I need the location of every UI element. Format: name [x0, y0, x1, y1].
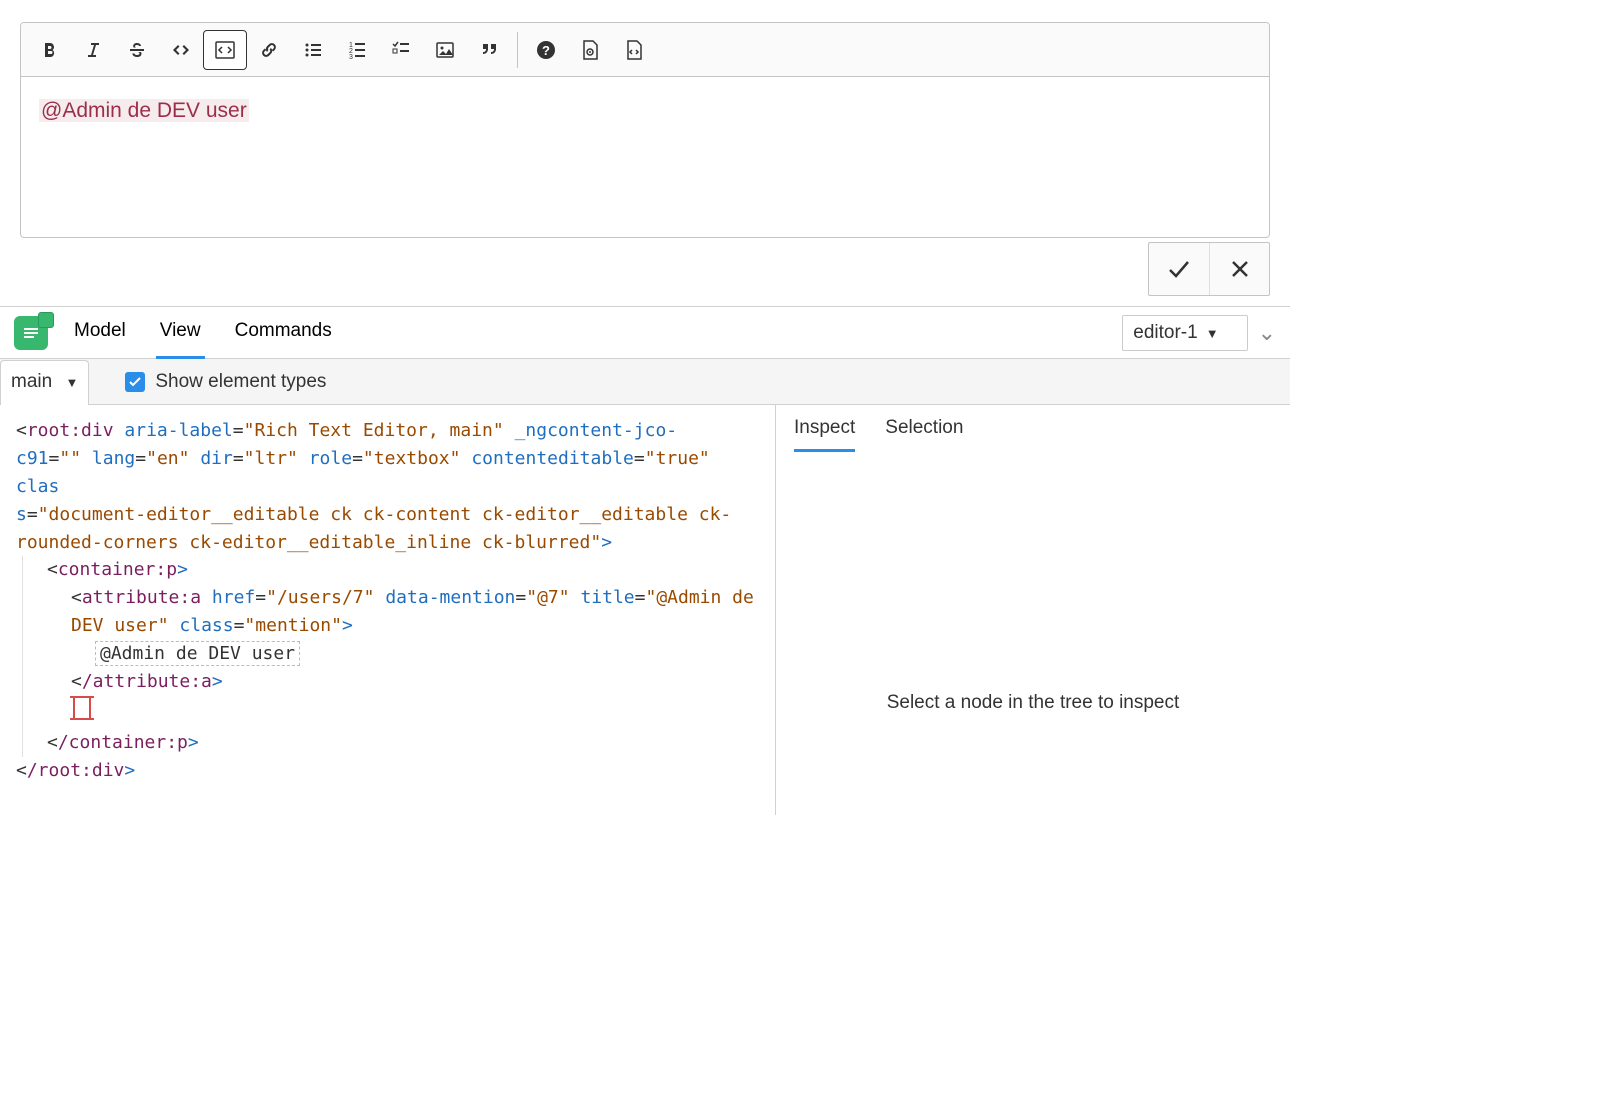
show-types-checkbox[interactable]: [125, 372, 145, 392]
editor-instance-label: editor-1: [1133, 322, 1197, 343]
numbered-list-button[interactable]: 123: [335, 30, 379, 70]
code-block-button[interactable]: [203, 30, 247, 70]
side-tab-inspect[interactable]: Inspect: [794, 417, 855, 452]
cancel-button[interactable]: [1209, 243, 1269, 295]
confirm-button[interactable]: [1149, 243, 1209, 295]
editor-toolbar: 123 ?: [21, 23, 1269, 77]
chevron-down-icon: ▼: [65, 375, 78, 390]
blockquote-button[interactable]: [467, 30, 511, 70]
inspector-panel: Model View Commands editor-1 ▼ ⌄ main ▼ S…: [0, 306, 1290, 815]
bold-button[interactable]: [27, 30, 71, 70]
todo-list-button[interactable]: [379, 30, 423, 70]
root-selector-label: main: [11, 371, 52, 392]
toolbar-separator: [517, 32, 518, 68]
help-button[interactable]: ?: [524, 30, 568, 70]
tab-model[interactable]: Model: [70, 306, 130, 359]
inspect-empty-message: Select a node in the tree to inspect: [776, 452, 1290, 714]
source-button[interactable]: [612, 30, 656, 70]
italic-button[interactable]: [71, 30, 115, 70]
strikethrough-button[interactable]: [115, 30, 159, 70]
chevron-down-icon: ▼: [1206, 326, 1219, 341]
rich-text-editor: 123 ? @Admin de DEV user: [20, 22, 1270, 238]
root-selector[interactable]: main ▼: [0, 360, 89, 405]
bulleted-list-button[interactable]: [291, 30, 335, 70]
link-button[interactable]: [247, 30, 291, 70]
inspector-logo-icon: [14, 316, 48, 350]
svg-text:3: 3: [349, 54, 353, 60]
tab-view[interactable]: View: [156, 306, 205, 359]
mention-token[interactable]: @Admin de DEV user: [39, 99, 249, 122]
side-tab-selection[interactable]: Selection: [885, 417, 963, 452]
caret-marker-icon: [73, 696, 91, 720]
editor-actions: [1148, 242, 1270, 296]
inspector-tabs: Model View Commands: [70, 306, 336, 359]
code-button[interactable]: [159, 30, 203, 70]
tab-commands[interactable]: Commands: [231, 306, 336, 359]
show-types-label: Show element types: [155, 371, 326, 393]
collapse-icon[interactable]: ⌄: [1258, 320, 1276, 346]
editor-content[interactable]: @Admin de DEV user: [21, 77, 1269, 237]
svg-text:?: ?: [542, 43, 550, 58]
inspector-side-pane: Inspect Selection Select a node in the t…: [776, 405, 1290, 815]
preview-button[interactable]: [568, 30, 612, 70]
tree-text-node[interactable]: @Admin de DEV user: [95, 641, 300, 666]
editor-instance-selector[interactable]: editor-1 ▼: [1122, 315, 1247, 351]
image-button[interactable]: [423, 30, 467, 70]
view-tree[interactable]: <root:div aria-label="Rich Text Editor, …: [0, 405, 776, 815]
